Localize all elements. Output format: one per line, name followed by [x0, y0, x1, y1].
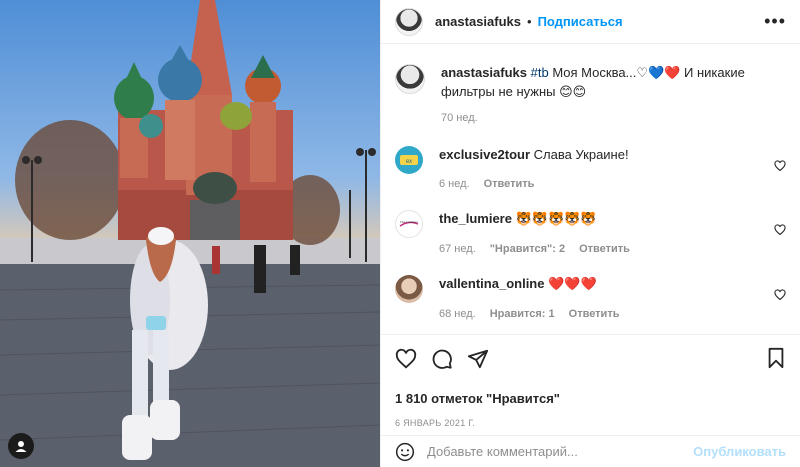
author-username[interactable]: anastasiafuks [435, 14, 521, 29]
share-icon[interactable] [467, 348, 489, 370]
comment-meta: 67 нед. "Нравится": 2 Ответить [439, 243, 759, 255]
comment-reply-button[interactable]: Ответить [484, 178, 535, 190]
comment-time[interactable]: 67 нед. [439, 243, 476, 255]
comment-body: 🐯🐯🐯🐯🐯 [515, 212, 597, 227]
comment-time[interactable]: 68 нед. [439, 308, 476, 320]
tagged-user-icon[interactable] [8, 433, 34, 459]
comment-likes[interactable]: Нравится: 1 [490, 308, 555, 320]
caption-time[interactable]: 70 нед. [441, 112, 478, 124]
comment-body: ❤️❤️❤️ [548, 277, 597, 292]
caption-username[interactable]: anastasiafuks [441, 65, 527, 80]
comment-meta: 6 нед. Ответить [439, 178, 759, 190]
svg-text:ex: ex [406, 159, 412, 165]
caption-text: anastasiafuks #tb Моя Москва...♡💙❤️ И ни… [441, 64, 761, 102]
caption-hashtag[interactable]: #tb [531, 65, 549, 80]
comment-input[interactable] [427, 444, 694, 459]
comment-likes[interactable]: "Нравится": 2 [490, 243, 565, 255]
bookmark-icon[interactable] [766, 347, 786, 369]
comment-username[interactable]: exclusive2tour [439, 147, 530, 162]
post-header: anastasiafuks • Подписаться ••• [381, 0, 800, 44]
post-date[interactable]: 6 ЯНВАРЬ 2021 Г. [395, 418, 786, 428]
comment-reply-button[interactable]: Ответить [579, 243, 630, 255]
comment-time[interactable]: 6 нед. [439, 178, 470, 190]
post-panel: anastasiafuks • Подписаться ••• anastasi… [380, 0, 800, 467]
comment-body: Слава Украине! [533, 147, 629, 162]
add-comment-bar: Опубликовать [381, 435, 800, 467]
post-photo[interactable] [0, 0, 380, 467]
caption-avatar[interactable] [395, 64, 425, 94]
caption-meta: 70 нед. [441, 112, 761, 124]
comment-row: vallentina_online ❤️❤️❤️ 68 нед. Нравитс… [395, 275, 786, 320]
header-separator: • [527, 14, 532, 29]
comment-like-heart-icon[interactable] [774, 160, 786, 172]
likes-count[interactable]: 1 810 отметок "Нравится" [395, 391, 786, 406]
heart-icon[interactable] [395, 348, 417, 370]
comment-like-heart-icon[interactable] [774, 224, 786, 236]
comment-username[interactable]: the_lumiere [439, 211, 512, 226]
comment-meta: 68 нед. Нравится: 1 Ответить [439, 308, 759, 320]
svg-text:The Lumiere: The Lumiere [400, 220, 419, 224]
caption-emoji: 😊😊 [559, 85, 587, 100]
comment-text: exclusive2tour Слава Украине! [439, 146, 759, 164]
publish-button[interactable]: Опубликовать [693, 444, 786, 459]
caption-part1: Моя Москва... [548, 65, 637, 80]
caption-row: anastasiafuks #tb Моя Москва...♡💙❤️ И ни… [395, 64, 786, 124]
action-bar [395, 347, 786, 371]
follow-button[interactable]: Подписаться [538, 14, 623, 29]
comment-row: ex exclusive2tour Слава Украине! 6 нед. … [395, 146, 786, 190]
comment-avatar[interactable]: ex [395, 146, 423, 174]
comment-avatar[interactable] [395, 275, 423, 303]
comment-text: the_lumiere 🐯🐯🐯🐯🐯 [439, 210, 759, 229]
comment-reply-button[interactable]: Ответить [569, 308, 620, 320]
emoji-icon[interactable] [395, 442, 415, 462]
comment-username[interactable]: vallentina_online [439, 276, 544, 291]
caption-hearts: ♡💙❤️ [636, 66, 681, 81]
photo-scene [0, 0, 380, 467]
comment-icon[interactable] [431, 348, 453, 370]
comment-row: The Lumiere the_lumiere 🐯🐯🐯🐯🐯 67 нед. "Н… [395, 210, 786, 255]
more-options-icon[interactable]: ••• [764, 12, 786, 30]
comment-like-heart-icon[interactable] [774, 289, 786, 301]
author-avatar[interactable] [395, 7, 423, 36]
comment-avatar[interactable]: The Lumiere [395, 210, 423, 238]
comment-text: vallentina_online ❤️❤️❤️ [439, 275, 759, 294]
post-actions: 1 810 отметок "Нравится" 6 ЯНВАРЬ 2021 Г… [381, 334, 800, 434]
comments-list[interactable]: anastasiafuks #tb Моя Москва...♡💙❤️ И ни… [381, 44, 800, 334]
